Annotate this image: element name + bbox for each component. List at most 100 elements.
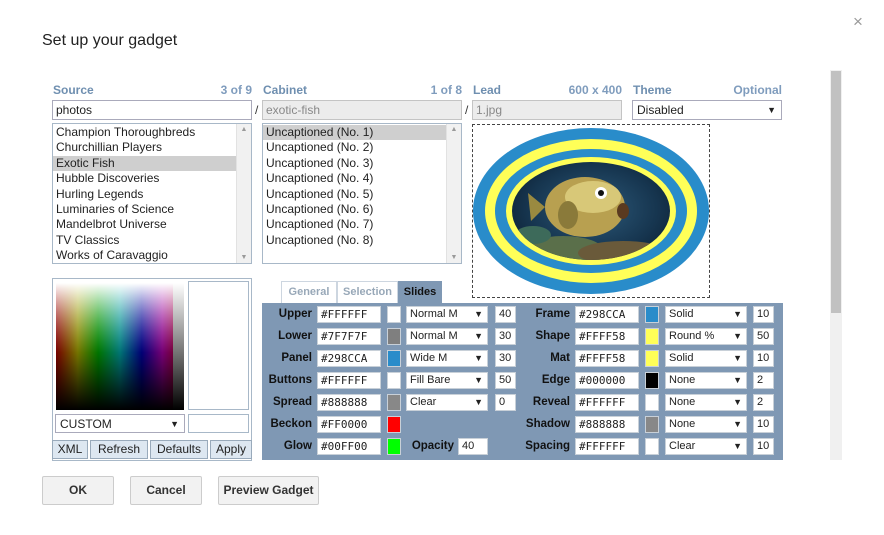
number-input[interactable]: 50 [753, 328, 774, 345]
color-swatch[interactable] [387, 306, 401, 323]
close-icon[interactable]: × [853, 12, 863, 32]
style-select[interactable]: Clear ▼ [406, 394, 488, 411]
color-swatch[interactable] [645, 438, 659, 455]
list-item[interactable]: Uncaptioned (No. 1) [263, 125, 446, 141]
number-input[interactable]: 2 [753, 394, 774, 411]
number-input[interactable]: 10 [753, 416, 774, 433]
list-item[interactable]: Uncaptioned (No. 7) [263, 217, 446, 232]
opacity-input[interactable]: 40 [458, 438, 488, 455]
hex-color-input[interactable]: #888888 [317, 394, 381, 411]
style-select[interactable]: Solid ▼ [665, 306, 747, 323]
row-label: Frame [535, 308, 570, 320]
list-item[interactable]: Champion Thoroughbreds [53, 125, 236, 140]
color-value-input[interactable] [188, 414, 249, 433]
hex-color-input[interactable]: #888888 [575, 416, 639, 433]
hex-color-input[interactable]: #FF0000 [317, 416, 381, 433]
scroll-down-icon[interactable]: ▼ [447, 254, 461, 261]
list-item[interactable]: Uncaptioned (No. 6) [263, 202, 446, 217]
preview-gadget-button[interactable]: Preview Gadget [218, 476, 319, 505]
color-swatch[interactable] [645, 306, 659, 323]
tab-general[interactable]: General [281, 281, 337, 303]
hex-color-input[interactable]: #7F7F7F [317, 328, 381, 345]
hex-color-input[interactable]: #00FF00 [317, 438, 381, 455]
color-swatch[interactable] [387, 416, 401, 433]
list-item[interactable]: Luminaries of Science [53, 202, 236, 217]
apply-button[interactable]: Apply [210, 440, 252, 459]
color-swatch[interactable] [387, 350, 401, 367]
style-select[interactable]: Solid ▼ [665, 350, 747, 367]
hex-color-input[interactable]: #FFFFFF [317, 306, 381, 323]
color-swatch[interactable] [645, 328, 659, 345]
brightness-slider[interactable] [173, 283, 184, 410]
number-input[interactable]: 50 [495, 372, 516, 389]
scroll-up-icon[interactable]: ▲ [237, 126, 251, 133]
scrollbar[interactable]: ▲ ▼ [446, 124, 461, 263]
tab-selection[interactable]: Selection [337, 281, 398, 303]
cancel-button[interactable]: Cancel [130, 476, 202, 505]
style-select[interactable]: None ▼ [665, 372, 747, 389]
dialog-scrollbar[interactable] [830, 70, 842, 460]
source-list[interactable]: Champion Thoroughbreds Churchillian Playe… [52, 123, 252, 264]
number-input[interactable]: 30 [495, 350, 516, 367]
ok-button[interactable]: OK [42, 476, 114, 505]
list-item[interactable]: Exotic Fish [53, 155, 236, 172]
list-item[interactable]: Churchillian Players [53, 140, 236, 155]
number-input[interactable]: 30 [495, 328, 516, 345]
color-field[interactable] [56, 283, 184, 410]
number-input[interactable]: 10 [753, 350, 774, 367]
hex-color-input[interactable]: #000000 [575, 372, 639, 389]
list-item[interactable]: Uncaptioned (No. 8) [263, 233, 446, 248]
style-select[interactable]: Normal M ▼ [406, 306, 488, 323]
style-select[interactable]: Fill Bare ▼ [406, 372, 488, 389]
hex-color-input[interactable]: #FFFFFF [575, 394, 639, 411]
list-item[interactable]: Uncaptioned (No. 2) [263, 140, 446, 155]
list-item[interactable]: Works of Caravaggio [53, 248, 236, 263]
scrollbar[interactable]: ▲ ▼ [236, 124, 251, 263]
color-swatch[interactable] [645, 416, 659, 433]
hex-color-input[interactable]: #FFFF58 [575, 350, 639, 367]
style-select[interactable]: Wide M ▼ [406, 350, 488, 367]
color-swatch[interactable] [387, 328, 401, 345]
color-swatch[interactable] [387, 372, 401, 389]
list-item[interactable]: Mandelbrot Universe [53, 217, 236, 232]
cabinet-input[interactable]: exotic-fish [262, 100, 462, 120]
hex-color-input[interactable]: #298CCA [317, 350, 381, 367]
lead-input[interactable]: 1.jpg [472, 100, 622, 120]
list-item[interactable]: Uncaptioned (No. 3) [263, 156, 446, 171]
hex-color-input[interactable]: #298CCA [575, 306, 639, 323]
number-input[interactable]: 2 [753, 372, 774, 389]
color-swatch[interactable] [645, 372, 659, 389]
number-input[interactable]: 40 [495, 306, 516, 323]
number-input[interactable]: 10 [753, 306, 774, 323]
style-select[interactable]: Clear ▼ [665, 438, 747, 455]
list-item[interactable]: Uncaptioned (No. 4) [263, 171, 446, 186]
list-item[interactable]: TV Classics [53, 233, 236, 248]
hex-color-input[interactable]: #FFFFFF [575, 438, 639, 455]
list-item[interactable]: Uncaptioned (No. 5) [263, 187, 446, 202]
defaults-button[interactable]: Defaults [150, 440, 208, 459]
hex-color-input[interactable]: #FFFF58 [575, 328, 639, 345]
number-input[interactable]: 10 [753, 438, 774, 455]
list-item[interactable]: Hubble Discoveries [53, 171, 236, 186]
theme-select[interactable]: Disabled ▼ [632, 100, 782, 120]
style-select[interactable]: Normal M ▼ [406, 328, 488, 345]
tab-slides[interactable]: Slides [398, 281, 442, 303]
style-select[interactable]: Round % ▼ [665, 328, 747, 345]
source-input[interactable]: photos [52, 100, 252, 120]
color-swatch[interactable] [645, 394, 659, 411]
style-select[interactable]: None ▼ [665, 394, 747, 411]
number-input[interactable]: 0 [495, 394, 516, 411]
refresh-button[interactable]: Refresh [90, 440, 148, 459]
color-swatch[interactable] [645, 350, 659, 367]
scroll-up-icon[interactable]: ▲ [447, 126, 461, 133]
color-swatch[interactable] [387, 438, 401, 455]
style-select[interactable]: None ▼ [665, 416, 747, 433]
color-mode-select[interactable]: CUSTOM ▼ [55, 414, 185, 433]
cabinet-list[interactable]: Uncaptioned (No. 1) Uncaptioned (No. 2) Un… [262, 123, 462, 264]
color-swatch[interactable] [387, 394, 401, 411]
xml-button[interactable]: XML [52, 440, 88, 459]
hex-color-input[interactable]: #FFFFFF [317, 372, 381, 389]
scrollbar-thumb[interactable] [831, 71, 841, 313]
scroll-down-icon[interactable]: ▼ [237, 254, 251, 261]
list-item[interactable]: Hurling Legends [53, 187, 236, 202]
